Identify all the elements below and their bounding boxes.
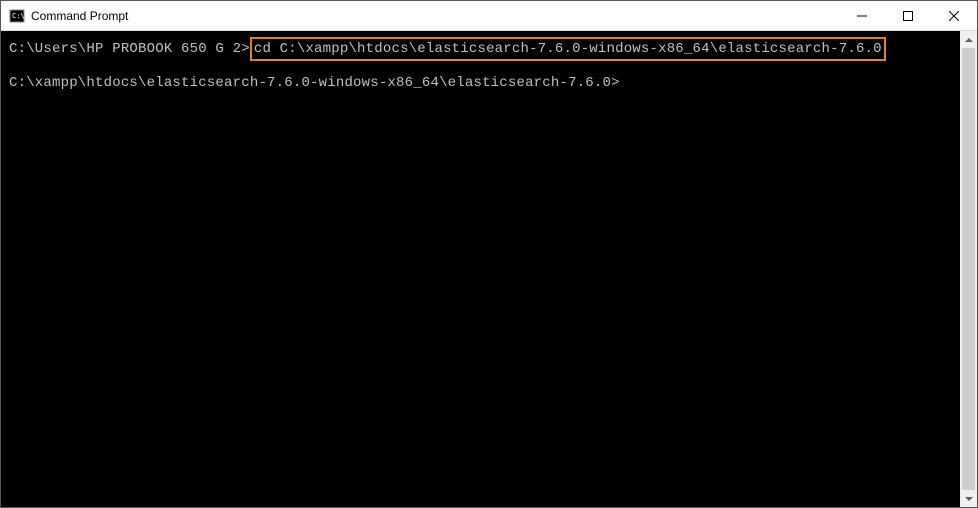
titlebar[interactable]: C:\ Command Prompt xyxy=(1,1,977,31)
maximize-button[interactable] xyxy=(885,1,931,30)
terminal-output[interactable]: C:\Users\HP PROBOOK 650 G 2>cd C:\xampp\… xyxy=(1,31,960,507)
window-controls xyxy=(839,1,977,30)
prompt-text: C:\xampp\htdocs\elasticsearch-7.6.0-wind… xyxy=(9,75,620,91)
terminal-line: C:\Users\HP PROBOOK 650 G 2>cd C:\xampp\… xyxy=(9,39,960,59)
vertical-scrollbar[interactable] xyxy=(960,31,977,507)
app-icon: C:\ xyxy=(9,8,25,24)
minimize-button[interactable] xyxy=(839,1,885,30)
scroll-down-arrow-icon[interactable] xyxy=(960,490,977,507)
prompt-text: C:\Users\HP PROBOOK 650 G 2> xyxy=(9,41,250,57)
scroll-up-arrow-icon[interactable] xyxy=(960,31,977,48)
close-button[interactable] xyxy=(931,1,977,30)
scroll-thumb[interactable] xyxy=(962,48,975,490)
window-title: Command Prompt xyxy=(31,9,839,23)
content-area: C:\Users\HP PROBOOK 650 G 2>cd C:\xampp\… xyxy=(1,31,977,507)
svg-text:C:\: C:\ xyxy=(12,12,25,20)
command-prompt-window: C:\ Command Prompt C:\Users\HP PROBOOK 6… xyxy=(0,0,978,508)
scroll-track[interactable] xyxy=(960,48,977,490)
terminal-line: C:\xampp\htdocs\elasticsearch-7.6.0-wind… xyxy=(9,73,960,93)
highlighted-command: cd C:\xampp\htdocs\elasticsearch-7.6.0-w… xyxy=(250,37,886,61)
command-text: cd C:\xampp\htdocs\elasticsearch-7.6.0-w… xyxy=(254,41,882,57)
